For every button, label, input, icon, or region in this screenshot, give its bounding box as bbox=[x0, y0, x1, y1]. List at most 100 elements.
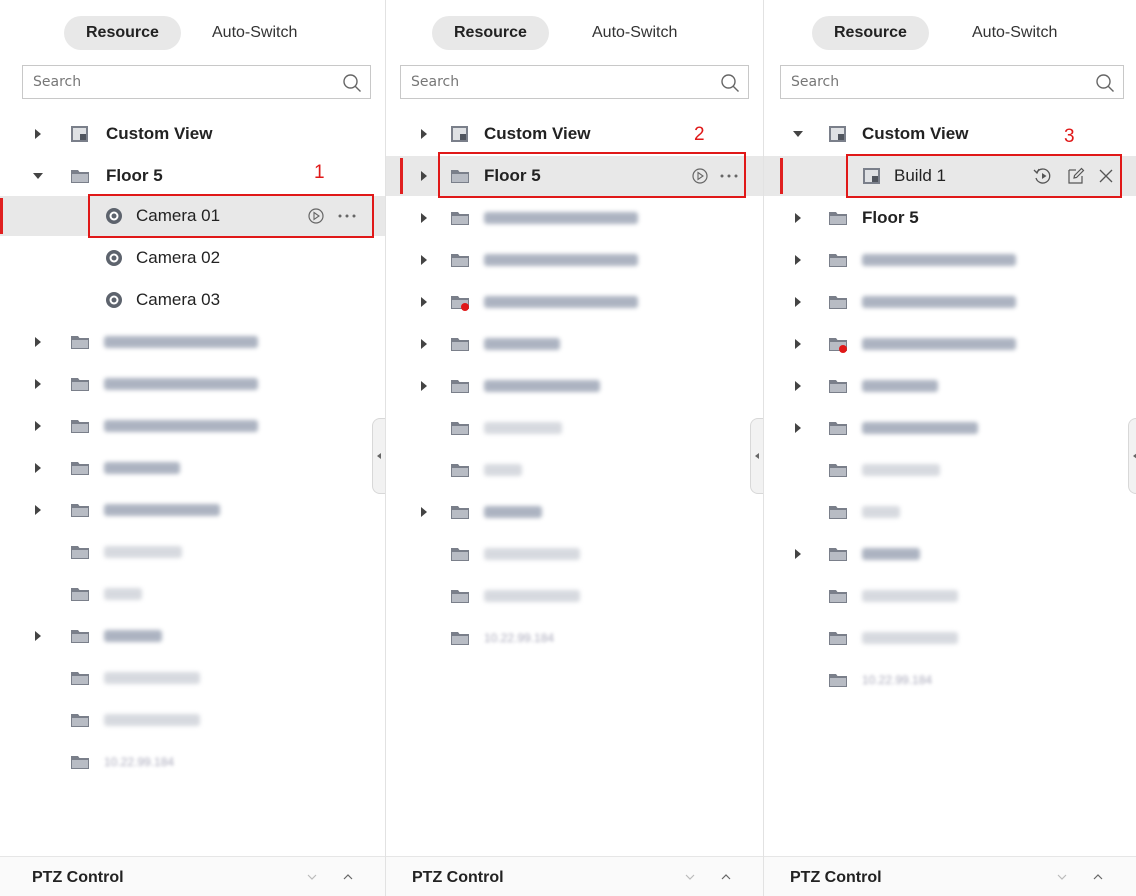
tree-node-floor5[interactable]: Floor 5 bbox=[764, 198, 1136, 238]
tree-node-folder[interactable] bbox=[386, 282, 763, 322]
tree-node-folder[interactable] bbox=[764, 282, 1136, 322]
collapse-handle[interactable] bbox=[372, 418, 385, 494]
collapse-handle[interactable] bbox=[750, 418, 763, 494]
ptz-control-bar[interactable]: PTZ Control bbox=[0, 856, 385, 896]
tree-node-folder[interactable] bbox=[386, 366, 763, 406]
tree-node-folder[interactable] bbox=[0, 364, 385, 404]
playback-icon[interactable] bbox=[1032, 166, 1054, 186]
tree-node-folder[interactable] bbox=[0, 574, 385, 614]
tree-node-folder[interactable] bbox=[386, 324, 763, 364]
ptz-control-bar[interactable]: PTZ Control bbox=[764, 856, 1136, 896]
chevron-down-icon[interactable] bbox=[306, 871, 318, 883]
tree-node-folder[interactable] bbox=[764, 240, 1136, 280]
expand-arrow-icon[interactable] bbox=[792, 254, 804, 266]
tree-node-custom-view[interactable]: Custom View bbox=[386, 114, 763, 154]
expand-arrow-icon[interactable] bbox=[32, 504, 44, 516]
tree-node-folder[interactable]: 10.22.99.184 bbox=[0, 742, 385, 782]
expand-arrow-icon[interactable] bbox=[792, 422, 804, 434]
tree-node-folder[interactable]: 10.22.99.184 bbox=[764, 660, 1136, 700]
expand-arrow-icon[interactable] bbox=[32, 336, 44, 348]
tree-node-folder[interactable] bbox=[386, 534, 763, 574]
tree-node-folder[interactable]: 10.22.99.184 bbox=[386, 618, 763, 658]
tab-bar: Resource Auto-Switch bbox=[764, 16, 1136, 50]
search-input[interactable] bbox=[33, 66, 330, 98]
tree-node-folder[interactable] bbox=[0, 490, 385, 530]
expand-arrow-icon[interactable] bbox=[418, 212, 430, 224]
chevron-up-icon[interactable] bbox=[1092, 871, 1104, 883]
tree-node-camera-02[interactable]: Camera 02 bbox=[0, 238, 385, 278]
edit-icon[interactable] bbox=[1066, 166, 1086, 186]
tree-node-folder[interactable] bbox=[386, 408, 763, 448]
tab-auto-switch[interactable]: Auto-Switch bbox=[570, 16, 699, 50]
search-icon[interactable] bbox=[1095, 73, 1115, 93]
play-icon[interactable] bbox=[690, 166, 710, 186]
tree-node-camera-03[interactable]: Camera 03 bbox=[0, 280, 385, 320]
expand-arrow-icon[interactable] bbox=[418, 296, 430, 308]
chevron-up-icon[interactable] bbox=[720, 871, 732, 883]
search-input[interactable] bbox=[411, 66, 708, 98]
tab-auto-switch[interactable]: Auto-Switch bbox=[950, 16, 1079, 50]
tree-node-build1[interactable]: Build 1 bbox=[764, 156, 1136, 196]
search-icon[interactable] bbox=[720, 73, 740, 93]
blurred-label bbox=[104, 336, 258, 348]
expand-arrow-icon[interactable] bbox=[32, 378, 44, 390]
tree-node-floor5[interactable]: Floor 5 bbox=[386, 156, 763, 196]
tree-node-folder[interactable] bbox=[386, 240, 763, 280]
tree-node-folder[interactable] bbox=[764, 534, 1136, 574]
tree-node-folder[interactable] bbox=[386, 492, 763, 532]
tree-node-folder[interactable] bbox=[0, 448, 385, 488]
expand-arrow-icon[interactable] bbox=[792, 212, 804, 224]
tree-node-folder[interactable] bbox=[0, 700, 385, 740]
expand-arrow-icon[interactable] bbox=[792, 338, 804, 350]
expand-arrow-icon[interactable] bbox=[418, 254, 430, 266]
collapse-handle[interactable] bbox=[1128, 418, 1136, 494]
chevron-down-icon[interactable] bbox=[684, 871, 696, 883]
tab-resource[interactable]: Resource bbox=[432, 16, 549, 50]
chevron-down-icon[interactable] bbox=[1056, 871, 1068, 883]
collapse-arrow-icon[interactable] bbox=[32, 170, 44, 182]
tree-node-folder[interactable] bbox=[386, 198, 763, 238]
tree-node-custom-view[interactable]: Custom View bbox=[764, 114, 1136, 154]
tree-node-folder[interactable] bbox=[386, 450, 763, 490]
tree-node-folder[interactable] bbox=[0, 406, 385, 446]
tree-node-folder[interactable] bbox=[764, 324, 1136, 364]
expand-arrow-icon[interactable] bbox=[418, 506, 430, 518]
tree-node-floor5[interactable]: Floor 5 bbox=[0, 156, 385, 196]
expand-arrow-icon[interactable] bbox=[418, 170, 430, 182]
tree-node-folder[interactable] bbox=[764, 492, 1136, 532]
tree-node-folder[interactable] bbox=[764, 618, 1136, 658]
more-icon[interactable] bbox=[718, 166, 740, 186]
expand-arrow-icon[interactable] bbox=[32, 420, 44, 432]
tree-node-folder[interactable] bbox=[764, 450, 1136, 490]
search-input[interactable] bbox=[791, 66, 1083, 98]
chevron-up-icon[interactable] bbox=[342, 871, 354, 883]
ptz-control-bar[interactable]: PTZ Control bbox=[386, 856, 763, 896]
close-icon[interactable] bbox=[1096, 166, 1116, 186]
tree-node-folder[interactable] bbox=[764, 576, 1136, 616]
expand-arrow-icon[interactable] bbox=[32, 128, 44, 140]
more-icon[interactable] bbox=[336, 206, 358, 226]
expand-arrow-icon[interactable] bbox=[418, 128, 430, 140]
tree-node-folder[interactable] bbox=[0, 532, 385, 572]
tree-node-folder[interactable] bbox=[0, 658, 385, 698]
tree-node-folder[interactable] bbox=[0, 322, 385, 362]
tab-auto-switch[interactable]: Auto-Switch bbox=[190, 16, 319, 50]
tree-node-camera-01[interactable]: Camera 01 bbox=[0, 196, 385, 236]
expand-arrow-icon[interactable] bbox=[418, 338, 430, 350]
expand-arrow-icon[interactable] bbox=[418, 380, 430, 392]
tree-node-folder[interactable] bbox=[764, 366, 1136, 406]
tree-node-folder[interactable] bbox=[764, 408, 1136, 448]
play-icon[interactable] bbox=[306, 206, 326, 226]
tree-node-folder[interactable] bbox=[0, 616, 385, 656]
expand-arrow-icon[interactable] bbox=[32, 630, 44, 642]
expand-arrow-icon[interactable] bbox=[792, 548, 804, 560]
expand-arrow-icon[interactable] bbox=[792, 380, 804, 392]
tree-node-folder[interactable] bbox=[386, 576, 763, 616]
collapse-arrow-icon[interactable] bbox=[792, 128, 804, 140]
tree-node-custom-view[interactable]: Custom View bbox=[0, 114, 385, 154]
expand-arrow-icon[interactable] bbox=[792, 296, 804, 308]
tab-resource[interactable]: Resource bbox=[812, 16, 929, 50]
expand-arrow-icon[interactable] bbox=[32, 462, 44, 474]
search-icon[interactable] bbox=[342, 73, 362, 93]
tab-resource[interactable]: Resource bbox=[64, 16, 181, 50]
